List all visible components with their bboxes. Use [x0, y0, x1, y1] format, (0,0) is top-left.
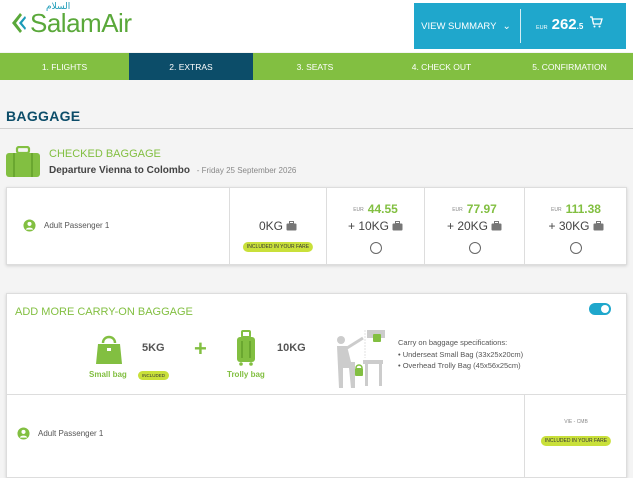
spec-small-bag: • Underseat Small Bag (33x25x20cm): [398, 349, 524, 359]
price-currency: EUR: [536, 25, 548, 31]
checked-baggage-table: Adult Passenger 1 0KG INCLUDED IN YOUR F…: [6, 187, 627, 265]
small-bag-icon: [96, 335, 122, 364]
cabin-placement-illustration: [337, 330, 385, 388]
section-divider: [0, 128, 633, 129]
summary-divider: [520, 9, 521, 43]
chevron-down-icon: ⌄: [502, 20, 511, 32]
total-price: EUR 262 .5: [536, 15, 604, 33]
step-flights[interactable]: 1. FLIGHTS: [0, 53, 129, 80]
option-price: EUR 111.38: [525, 202, 627, 216]
carry-on-toggle[interactable]: [589, 303, 611, 315]
page: SalamAir السلام VIEW SUMMARY ⌄ EUR 262 .…: [0, 0, 633, 478]
small-bag-weight: 5KG: [142, 342, 165, 354]
logo-text: SalamAir: [30, 7, 132, 38]
included-badge: INCLUDED IN YOUR FARE: [242, 242, 314, 252]
user-icon: [17, 427, 30, 440]
option-weight-text: + 20KG: [446, 219, 489, 233]
spec-trolly-bag: • Overhead Trolly Bag (45x56x25cm): [398, 361, 521, 370]
small-bag-label: Small bag: [89, 370, 127, 379]
passenger-name: Adult Passenger 1: [38, 429, 104, 438]
included-badge: INCLUDED IN YOUR FARE: [540, 436, 612, 446]
trolly-bag-label: Trolly bag: [227, 370, 265, 379]
option-weight: + 30KG: [525, 219, 627, 233]
baggage-option-20kg[interactable]: EUR 77.97 + 20KG: [424, 188, 524, 264]
trolly-bag-weight: 10KG: [277, 342, 306, 354]
option-radio[interactable]: [369, 242, 382, 254]
spec-title: Carry on baggage specifications:: [398, 338, 508, 347]
cart-icon[interactable]: [589, 15, 604, 29]
salamair-logo[interactable]: SalamAir السلام: [10, 2, 132, 40]
option-price: EUR 44.55: [327, 202, 424, 216]
luggage-icon: [286, 221, 297, 231]
trolly-bag-icon: [237, 330, 255, 366]
option-weight: + 20KG: [425, 219, 524, 233]
suitcase-icon: [6, 146, 40, 177]
plus-icon: +: [194, 336, 207, 361]
view-summary-label: VIEW SUMMARY: [421, 20, 497, 32]
price-decimal: .5: [576, 22, 584, 31]
user-icon: [23, 219, 36, 232]
option-currency: EUR: [551, 206, 562, 213]
option-price-value: 111.38: [565, 202, 601, 216]
carry-passenger-row: Adult Passenger 1: [17, 427, 103, 440]
option-weight-text: 0KG: [258, 219, 283, 233]
step-extras[interactable]: 2. EXTRAS: [129, 53, 253, 80]
small-bag-included-badge: INCLUDED: [138, 371, 170, 380]
toggle-knob: [601, 305, 609, 313]
luggage-icon: [392, 221, 403, 231]
page-title: BAGGAGE: [6, 108, 81, 124]
baggage-option-0kg: 0KG INCLUDED IN YOUR FARE: [229, 188, 326, 264]
route-date: - Friday 25 September 2026: [196, 166, 297, 175]
option-weight-text: + 30KG: [548, 219, 590, 233]
option-weight: + 10KG: [327, 219, 424, 233]
view-summary-button[interactable]: VIEW SUMMARY ⌄: [414, 3, 518, 49]
option-price-value: 77.97: [466, 202, 497, 216]
carry-on-title: ADD MORE CARRY-ON BAGGAGE: [15, 306, 193, 318]
logo-arrow-icon: [12, 13, 26, 33]
summary-box: VIEW SUMMARY ⌄ EUR 262 .5: [414, 3, 626, 49]
passenger-row-label: Adult Passenger 1: [23, 219, 109, 232]
option-price-value: 44.55: [367, 202, 398, 216]
luggage-icon: [491, 221, 502, 231]
flight-route: Departure Vienna to Colombo - Friday 25 …: [49, 165, 296, 176]
logo-arabic-text: السلام: [46, 2, 71, 12]
baggage-option-30kg[interactable]: EUR 111.38 + 30KG: [524, 188, 627, 264]
option-radio[interactable]: [468, 242, 481, 254]
option-currency: EUR: [353, 206, 364, 213]
step-seats[interactable]: 3. SEATS: [253, 53, 377, 80]
carry-route-cell: VIE - CMB INCLUDED IN YOUR FARE: [524, 395, 627, 478]
route-text: Departure Vienna to Colombo: [49, 165, 190, 176]
option-weight: 0KG: [230, 219, 326, 233]
option-price: EUR 77.97: [425, 202, 524, 216]
luggage-icon: [593, 221, 604, 231]
step-check-out[interactable]: 4. CHECK OUT: [377, 53, 506, 80]
price-integer: 262: [551, 16, 577, 33]
step-confirmation[interactable]: 5. CONFIRMATION: [506, 53, 633, 80]
header: SalamAir السلام VIEW SUMMARY ⌄ EUR 262 .…: [0, 0, 633, 52]
baggage-specifications: Carry on baggage specifications: • Under…: [398, 337, 523, 372]
carry-on-section: ADD MORE CARRY-ON BAGGAGE 5KG Small bag …: [6, 293, 627, 478]
baggage-option-10kg[interactable]: EUR 44.55 + 10KG: [326, 188, 424, 264]
route-code: VIE - CMB: [564, 419, 588, 425]
option-radio[interactable]: [570, 242, 582, 254]
option-currency: EUR: [452, 206, 463, 213]
booking-steps: 1. FLIGHTS 2. EXTRAS 3. SEATS 4. CHECK O…: [0, 53, 633, 80]
checked-baggage-title: CHECKED BAGGAGE: [49, 148, 161, 160]
passenger-name: Adult Passenger 1: [44, 221, 110, 230]
option-weight-text: + 10KG: [347, 219, 390, 233]
